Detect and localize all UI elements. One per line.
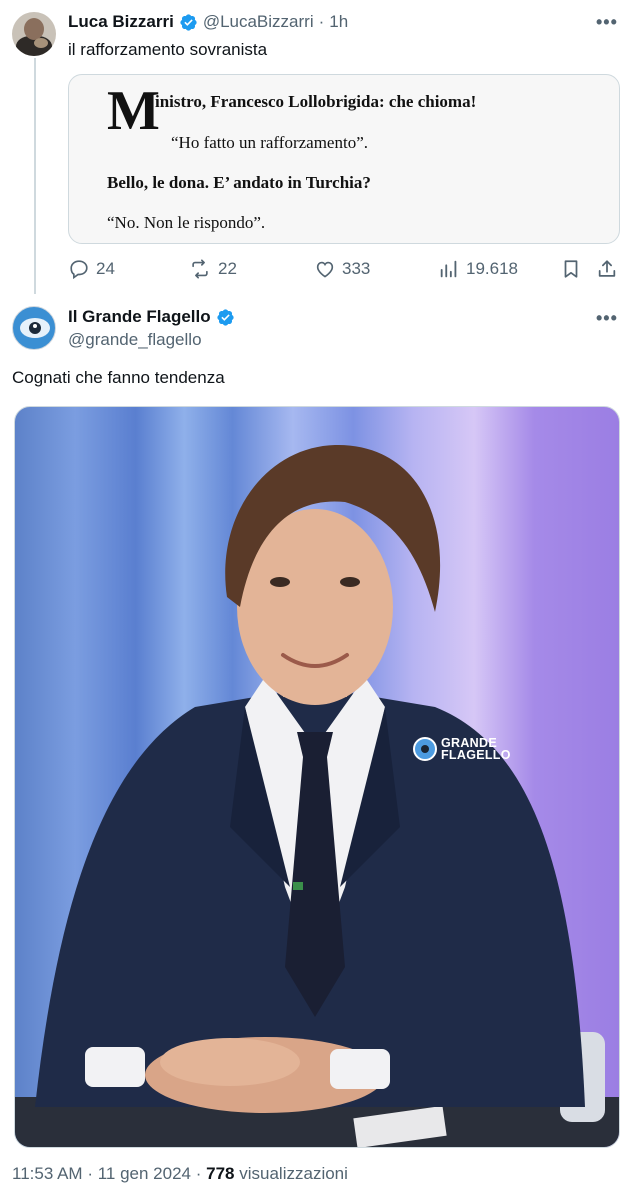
like-button[interactable]: 333 (314, 258, 370, 280)
quote-line-4: “No. Non le rispondo”. (107, 213, 266, 232)
separator: · (318, 12, 325, 31)
separator: · (195, 1164, 202, 1183)
reply-button[interactable]: 24 (68, 258, 115, 280)
views-count[interactable]: 778 (206, 1164, 234, 1183)
views-button[interactable]: 19.618 (438, 258, 518, 280)
author-handle[interactable]: @LucaBizzarri (203, 12, 314, 32)
author-name[interactable]: Luca Bizzarri (68, 12, 174, 32)
like-icon (316, 261, 334, 278)
repost-count: 22 (218, 259, 237, 278)
views-label: visualizzazioni (239, 1164, 348, 1183)
views-count: 19.618 (466, 259, 518, 278)
share-icon (598, 260, 616, 277)
quote-line-3: Bello, le dona. E’ andato in Turchia? (107, 173, 371, 192)
author-name[interactable]: Il Grande Flagello (68, 307, 211, 327)
like-count: 333 (342, 259, 371, 278)
post-metadata: 11:53 AM · 11 gen 2024 · 778 visualizzaz… (12, 1164, 348, 1184)
quoted-image-card[interactable]: M inistro, Francesco Lollobrigida: che c… (68, 74, 620, 244)
post-time[interactable]: 1h (329, 12, 348, 32)
eye-logo-icon (413, 737, 437, 761)
avatar-luca-bizzarri[interactable] (12, 12, 56, 56)
verified-badge-icon (180, 13, 197, 31)
author-handle[interactable]: @grande_flagello (68, 330, 202, 350)
reply-icon (70, 260, 88, 280)
repost-button[interactable]: 22 (188, 258, 237, 280)
verified-badge-icon (217, 308, 234, 326)
bookmark-icon (564, 260, 578, 278)
share-button[interactable] (596, 258, 618, 285)
tweet-text: Cognati che fanno tendenza (12, 368, 225, 387)
watermark-line-2: FLAGELLO (441, 748, 511, 762)
avatar-grande-flagello[interactable] (12, 306, 56, 350)
bookmark-button[interactable] (560, 258, 582, 285)
more-icon[interactable]: ••• (596, 12, 618, 33)
reply-count: 24 (96, 259, 115, 278)
thread-line (34, 58, 36, 294)
repost-icon (192, 259, 208, 279)
views-icon (440, 260, 457, 278)
quote-line-1: inistro, Francesco Lollobrigida: che chi… (155, 92, 477, 111)
post-photo[interactable]: GRANDE FLAGELLO (14, 406, 620, 1148)
more-icon[interactable]: ••• (596, 308, 618, 329)
tweet-text: il rafforzamento sovranista (68, 40, 268, 59)
quote-line-2: “Ho fatto un rafforzamento”. (171, 133, 368, 152)
photo-illustration (15, 444, 619, 1147)
quote-dropcap: M (107, 80, 160, 142)
grande-flagello-watermark: GRANDE FLAGELLO (413, 737, 511, 761)
separator: · (87, 1164, 93, 1183)
post-time[interactable]: 11:53 AM (12, 1164, 83, 1183)
tweet1-header: Luca Bizzarri @LucaBizzarri · 1h (68, 12, 348, 32)
tweet2-header: Il Grande Flagello (68, 307, 235, 327)
post-date[interactable]: 11 gen 2024 (98, 1164, 191, 1183)
